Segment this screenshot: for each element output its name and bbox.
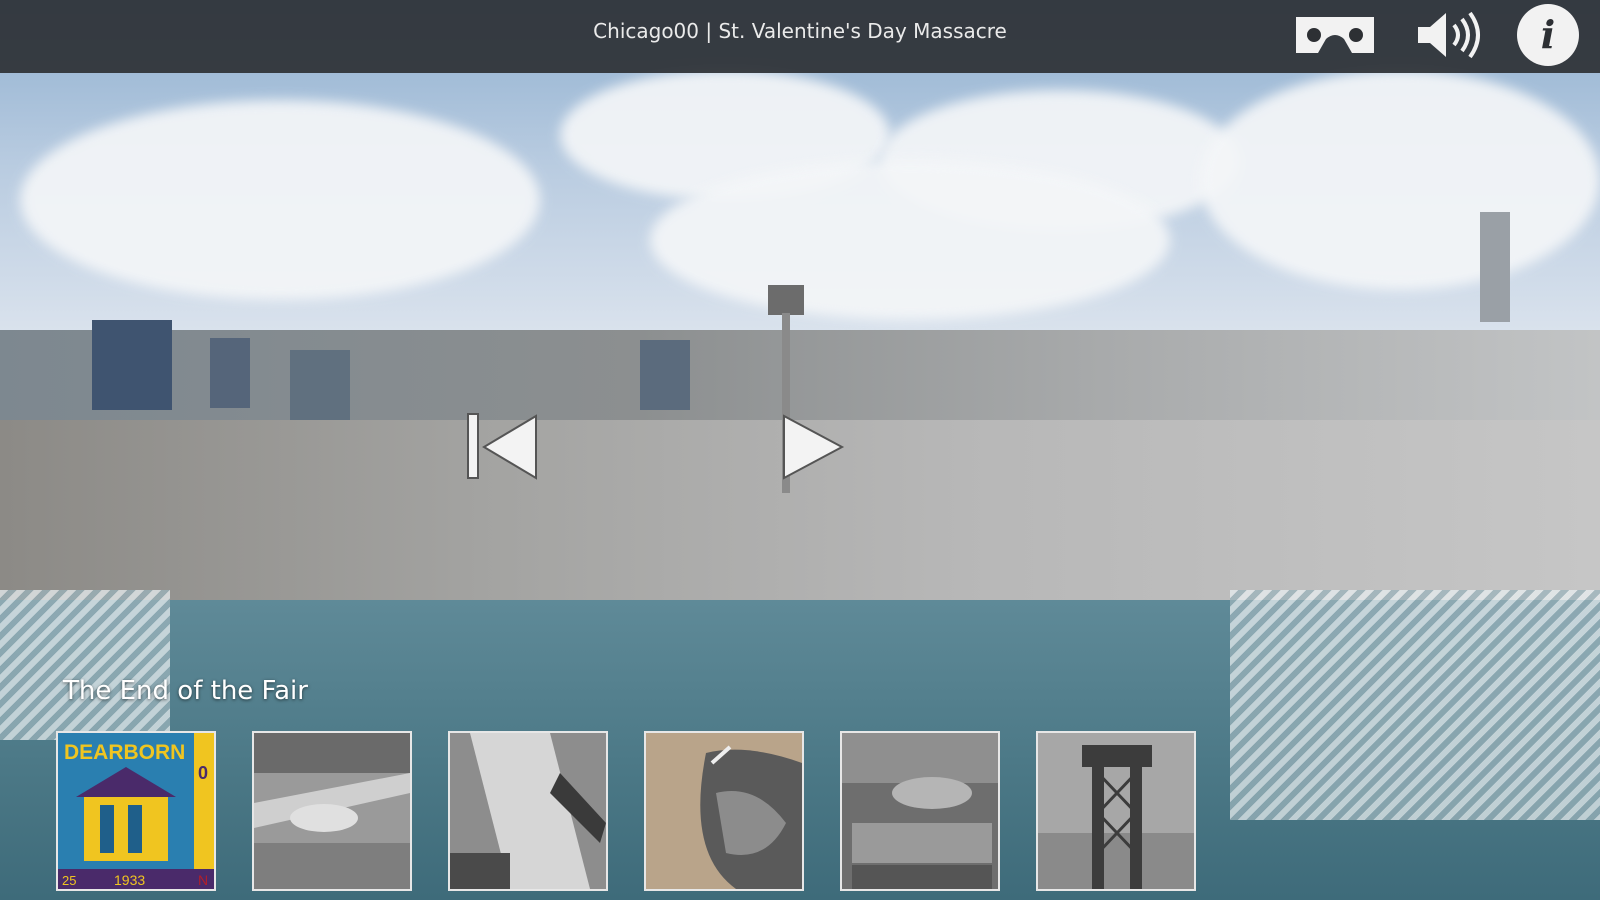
thumbnail-river-bridge[interactable] [448, 731, 608, 891]
thumbnail-fair-district-aerial[interactable] [840, 731, 1000, 891]
thumbnail-aerial-fairgrounds[interactable] [252, 731, 412, 891]
marina [0, 590, 170, 740]
svg-text:25: 25 [62, 873, 76, 888]
thumbnail-lakefront-aerial[interactable] [644, 731, 804, 891]
cloud [650, 160, 1170, 320]
building [1480, 212, 1510, 322]
marina [1230, 590, 1600, 820]
building [290, 350, 350, 430]
previous-arrow-icon[interactable] [466, 412, 538, 482]
svg-text:DEARBORN: DEARBORN [64, 741, 185, 764]
cardboard-vr-icon[interactable] [1290, 0, 1380, 70]
cloud [20, 100, 540, 300]
building [640, 340, 690, 410]
info-glyph: i [1541, 12, 1555, 57]
cloud [1200, 70, 1600, 290]
next-arrow-icon[interactable] [780, 412, 848, 482]
thumbnail-strip: DEARBORN 1933 25 N 0 [56, 731, 1226, 895]
thumbnail-sky-ride-tower[interactable] [1036, 731, 1196, 891]
svg-text:1933: 1933 [114, 872, 145, 888]
thumbnail-dearborn-stamp[interactable]: DEARBORN 1933 25 N 0 [56, 731, 216, 891]
info-icon[interactable]: i [1512, 0, 1584, 70]
svg-text:0: 0 [198, 763, 208, 783]
building [210, 338, 250, 408]
svg-text:N: N [198, 872, 208, 888]
top-bar: Chicago00 | St. Valentine's Day Massacre… [0, 0, 1600, 73]
building [92, 320, 172, 410]
speaker-volume-icon[interactable] [1410, 0, 1490, 70]
section-title: The End of the Fair [63, 676, 308, 706]
